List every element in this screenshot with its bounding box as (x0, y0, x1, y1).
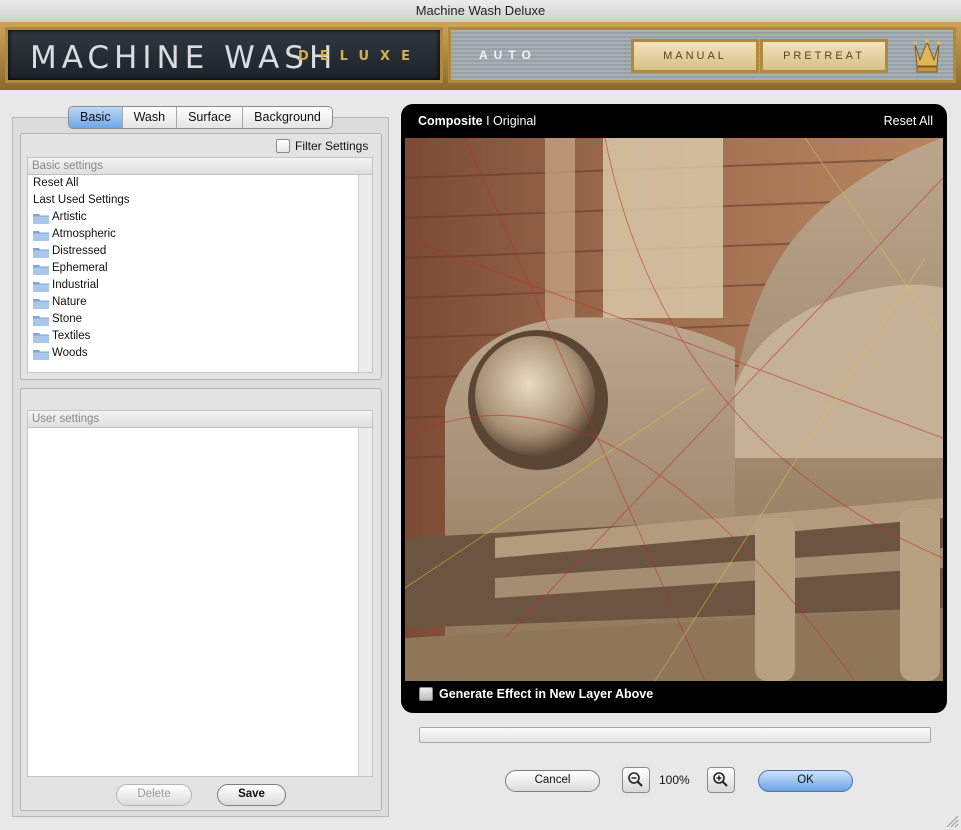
list-item-textiles[interactable]: Textiles (28, 328, 372, 345)
folder-icon (33, 247, 49, 258)
progress-bar (419, 727, 931, 743)
folder-icon (33, 349, 49, 360)
tab-surface[interactable]: Surface (177, 107, 244, 128)
user-settings-list[interactable]: User settings (27, 410, 373, 777)
filter-settings-toggle[interactable]: Filter Settings (276, 139, 368, 153)
generate-new-layer-label: Generate Effect in New Layer Above (439, 687, 654, 701)
filter-settings-checkbox[interactable] (276, 139, 290, 153)
list-item-label: Woods (52, 347, 88, 359)
list-item-label: Industrial (52, 279, 99, 291)
folder-icon (33, 332, 49, 343)
list-item-label: Stone (52, 313, 83, 325)
folder-icon (33, 281, 49, 292)
app-banner: MACHINE WASH DELUXE AUTO MANUAL PRETREAT (0, 22, 961, 90)
user-settings-header: User settings (28, 411, 372, 428)
preview-view-toggle: Composite I Original (418, 114, 536, 128)
tab-basic[interactable]: Basic (69, 107, 123, 128)
window-title: Machine Wash Deluxe (0, 0, 961, 23)
list-item-atmospheric[interactable]: Atmospheric (28, 226, 372, 243)
generate-new-layer-toggle[interactable]: Generate Effect in New Layer Above (419, 687, 653, 701)
logo-sub-text: DELUXE (298, 49, 421, 64)
user-list-scrollbar[interactable] (358, 428, 372, 776)
list-item-last-used[interactable]: Last Used Settings (28, 192, 372, 209)
manual-mode-button[interactable]: MANUAL (631, 39, 759, 73)
logo-main-text: MACHINE WASH (30, 40, 338, 76)
zoom-out-button[interactable] (622, 767, 650, 793)
composite-toggle[interactable]: Composite (418, 114, 483, 128)
car-preview-photo (405, 138, 943, 681)
zoom-in-icon (713, 772, 728, 787)
list-item-label: Ephemeral (52, 262, 108, 274)
settings-tabs: Basic Wash Surface Background (68, 106, 333, 129)
list-item-distressed[interactable]: Distressed (28, 243, 372, 260)
folder-icon (33, 264, 49, 275)
list-item-ephemeral[interactable]: Ephemeral (28, 260, 372, 277)
basic-settings-list[interactable]: Basic settings Reset All Last Used Setti… (27, 157, 373, 373)
generate-new-layer-checkbox[interactable] (419, 687, 433, 701)
auto-mode-button[interactable]: AUTO (479, 48, 537, 62)
folder-icon (33, 213, 49, 224)
folder-icon (33, 298, 49, 309)
basic-list-scrollbar[interactable] (358, 175, 372, 372)
zoom-out-icon (628, 772, 643, 787)
list-item-nature[interactable]: Nature (28, 294, 372, 311)
folder-icon (33, 230, 49, 241)
basic-settings-header: Basic settings (28, 158, 372, 175)
resize-grip-icon[interactable] (945, 814, 959, 828)
folder-icon (33, 315, 49, 326)
zoom-level: 100% (659, 773, 690, 787)
preview-reset-all[interactable]: Reset All (884, 114, 933, 128)
list-item-label: Artistic (52, 211, 87, 223)
list-item-label: Nature (52, 296, 87, 308)
list-item-stone[interactable]: Stone (28, 311, 372, 328)
pretreat-mode-button[interactable]: PRETREAT (760, 39, 888, 73)
list-item-label: Atmospheric (52, 228, 116, 240)
preview-panel: Composite I Original Reset All Generate … (401, 104, 947, 713)
list-item-woods[interactable]: Woods (28, 345, 372, 362)
list-item-artistic[interactable]: Artistic (28, 209, 372, 226)
save-button[interactable]: Save (217, 784, 286, 806)
logo-panel: MACHINE WASH DELUXE (5, 27, 443, 83)
delete-button[interactable]: Delete (116, 784, 192, 806)
tab-wash[interactable]: Wash (123, 107, 178, 128)
tab-background[interactable]: Background (243, 107, 332, 128)
cancel-button[interactable]: Cancel (505, 770, 600, 792)
list-item-label: Distressed (52, 245, 107, 257)
ok-button[interactable]: OK (758, 770, 853, 792)
list-item-label: Textiles (52, 330, 91, 342)
original-toggle[interactable]: Original (493, 114, 536, 128)
list-item-label: Reset All (33, 177, 79, 189)
zoom-in-button[interactable] (707, 767, 735, 793)
preview-image[interactable] (405, 138, 943, 681)
mode-panel: AUTO MANUAL PRETREAT (448, 27, 956, 83)
crown-icon (913, 39, 941, 73)
view-separator: I (486, 114, 490, 128)
list-item-reset-all[interactable]: Reset All (28, 175, 372, 192)
list-item-industrial[interactable]: Industrial (28, 277, 372, 294)
filter-settings-label: Filter Settings (295, 139, 369, 153)
list-item-label: Last Used Settings (33, 194, 130, 206)
